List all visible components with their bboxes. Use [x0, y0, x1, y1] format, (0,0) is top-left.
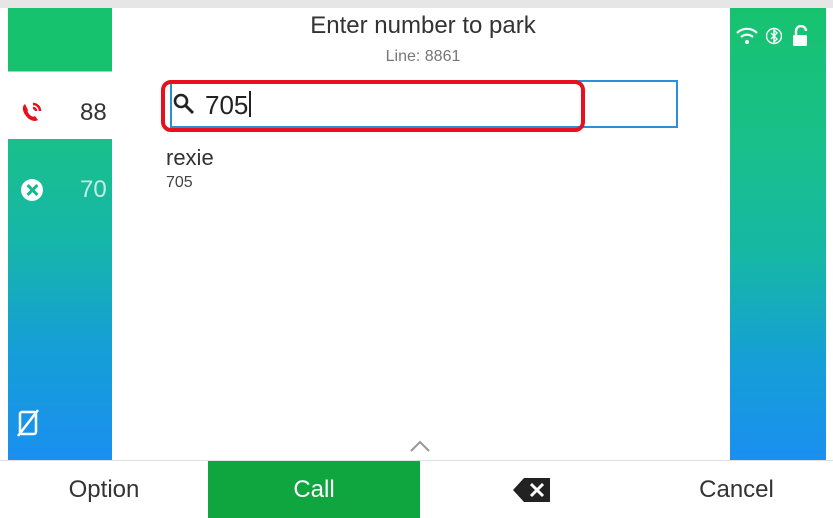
line-row-2[interactable]: 70 — [8, 165, 112, 215]
bluetooth-icon — [766, 27, 782, 45]
line-row-1-number: 88 — [80, 99, 107, 126]
popup-subtitle: Line: 8861 — [385, 48, 461, 65]
unlock-icon — [793, 25, 808, 46]
softkey-bar: Option Call Cancel — [0, 460, 833, 518]
left-line-panel — [8, 8, 112, 460]
right-panel — [730, 8, 826, 460]
phone-ringing-icon — [22, 102, 42, 121]
cancel-button[interactable]: Cancel — [640, 461, 833, 518]
backspace-icon — [513, 478, 550, 502]
highlight-annotation-box — [161, 80, 585, 132]
wifi-icon — [736, 27, 758, 44]
result-contact-name[interactable]: rexie — [166, 145, 214, 171]
no-phone-icon — [17, 409, 39, 437]
status-icons — [736, 22, 810, 50]
line-row-2-number: 70 — [80, 176, 107, 203]
call-button[interactable]: Call — [208, 461, 420, 518]
chevron-up-icon[interactable] — [408, 438, 432, 454]
option-button[interactable]: Option — [0, 461, 208, 518]
top-border — [0, 0, 833, 8]
backspace-button[interactable] — [420, 461, 640, 518]
popup-title: Enter number to park — [310, 12, 536, 39]
result-contact-number[interactable]: 705 — [166, 174, 193, 192]
line-row-1[interactable]: 88 — [8, 88, 112, 138]
cancel-circle-icon — [21, 179, 43, 201]
